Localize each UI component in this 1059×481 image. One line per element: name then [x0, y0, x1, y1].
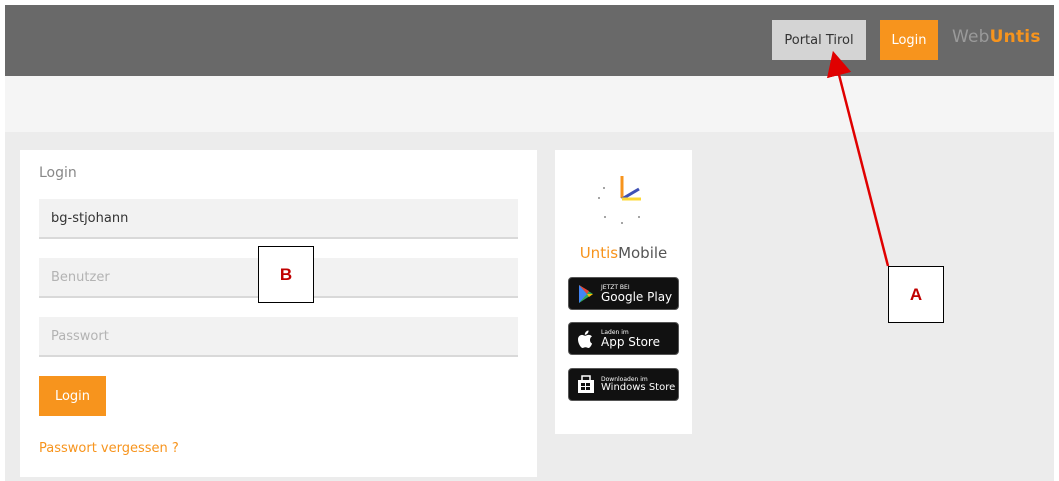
header-login-button[interactable]: Login	[880, 20, 938, 60]
annotation-label-b: B	[258, 246, 314, 303]
logo-web-text: Web	[952, 27, 990, 47]
login-card: Login Login Passwort vergessen ?	[20, 150, 537, 477]
login-submit-button[interactable]: Login	[39, 376, 106, 416]
password-field[interactable]	[39, 317, 518, 357]
google-play-badge[interactable]: JETZT BEI Google Play	[568, 277, 679, 310]
logo-untis-text: Untis	[989, 27, 1041, 47]
untis-mobile-name: UntisMobile	[555, 244, 692, 262]
mobile-name-suffix: Mobile	[618, 244, 668, 262]
untis-mobile-logo-icon	[598, 176, 641, 224]
webuntis-logo: WebUntis	[952, 27, 1041, 47]
school-field[interactable]	[39, 199, 518, 239]
sub-bar	[5, 76, 1054, 132]
portal-tirol-button[interactable]: Portal Tirol	[772, 20, 866, 60]
login-title: Login	[39, 165, 77, 181]
windows-store-badge[interactable]: Downloaden im Windows Store	[568, 368, 679, 401]
google-play-big-text: Google Play	[601, 289, 673, 304]
untis-mobile-card: UntisMobile JETZT BEI Google Play Laden …	[555, 150, 692, 434]
google-play-icon	[579, 284, 593, 303]
apple-icon	[578, 330, 592, 348]
app-store-big-text: App Store	[601, 334, 660, 349]
windows-store-big-text: Windows Store	[601, 381, 676, 393]
mobile-name-prefix: Untis	[579, 244, 619, 262]
annotation-label-a: A	[888, 266, 944, 323]
app-store-badge[interactable]: Laden im App Store	[568, 322, 679, 355]
windows-store-icon	[578, 374, 594, 393]
forgot-password-link[interactable]: Passwort vergessen ?	[39, 441, 179, 456]
